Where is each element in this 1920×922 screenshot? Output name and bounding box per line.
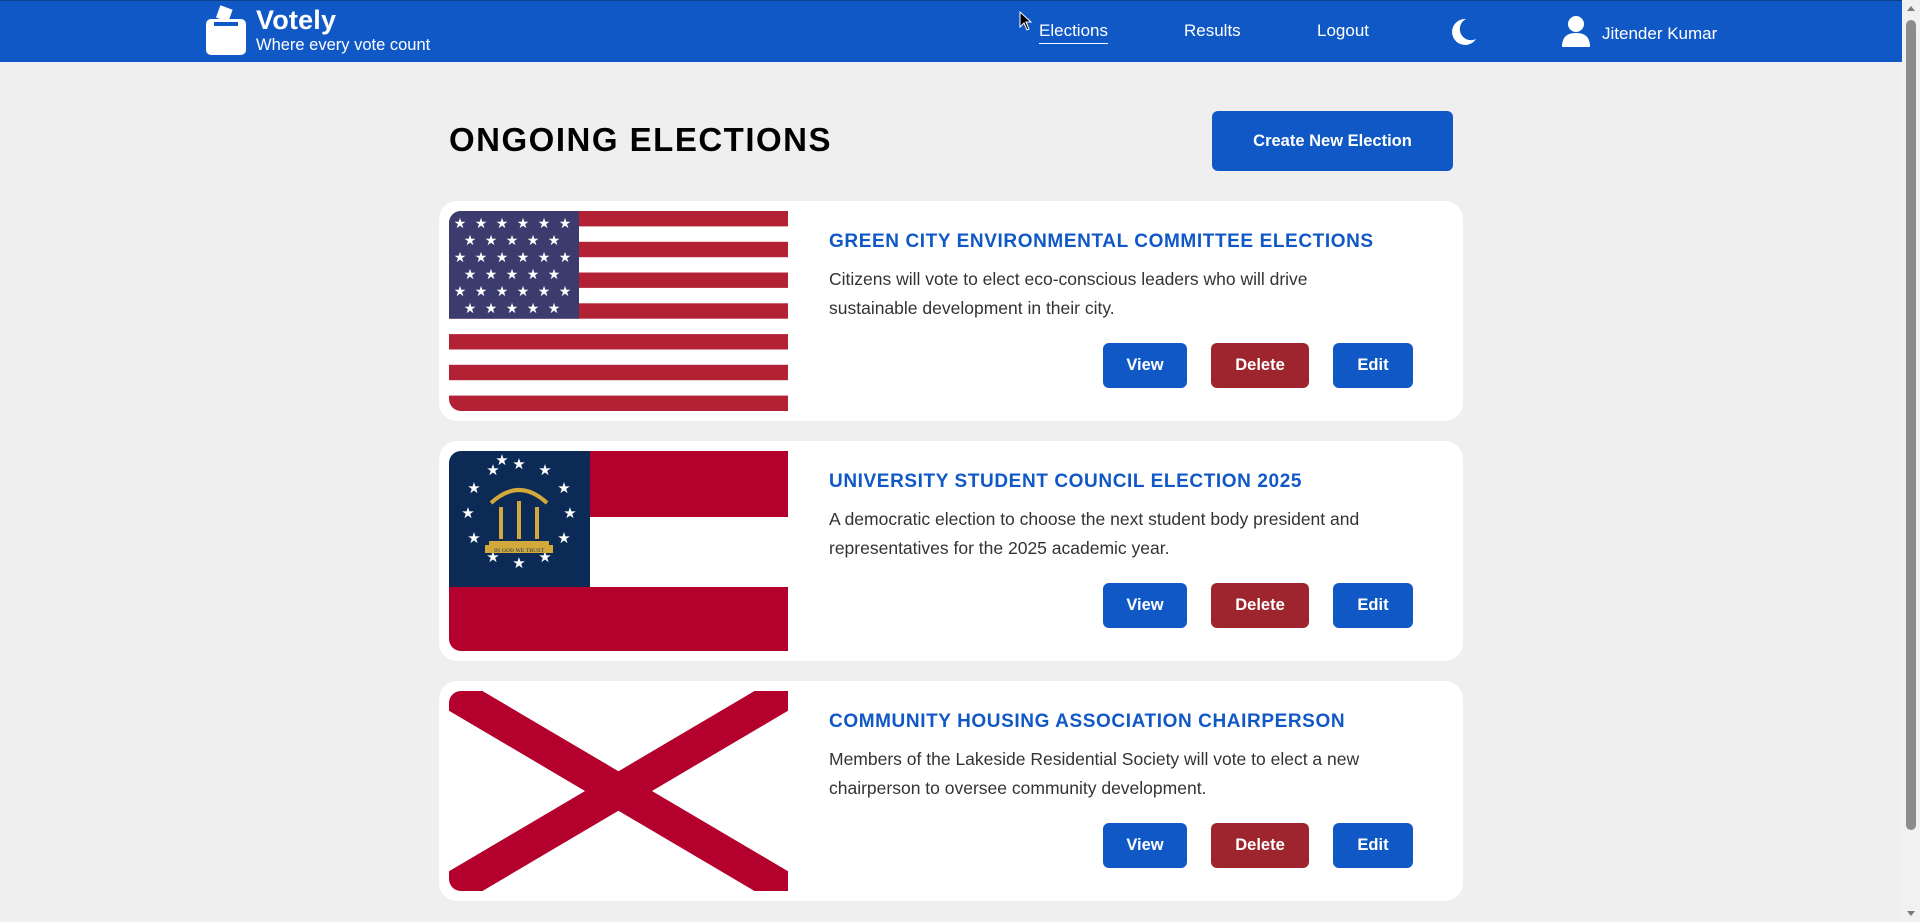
election-description: A democratic election to choose the next… [829, 509, 1360, 558]
brand-tagline: Where every vote count [256, 36, 431, 54]
brand[interactable]: Votely Where every vote count [206, 3, 430, 55]
election-card: COMMUNITY HOUSING ASSOCIATION CHAIRPERSO… [439, 681, 1463, 901]
scroll-up-arrow-icon[interactable] [1907, 6, 1915, 11]
svg-text:★: ★ [496, 284, 509, 300]
mouse-cursor-icon [1019, 10, 1033, 31]
svg-text:★: ★ [559, 216, 572, 232]
brand-name: Votely [256, 5, 337, 35]
view-button[interactable]: View [1103, 343, 1187, 388]
svg-text:★: ★ [563, 504, 576, 522]
election-description: Members of the Lakeside Residential Soci… [829, 749, 1360, 798]
svg-text:★: ★ [538, 216, 551, 232]
svg-text:★: ★ [517, 250, 530, 266]
svg-text:★: ★ [485, 267, 498, 283]
svg-text:★: ★ [475, 250, 488, 266]
moon-icon[interactable] [1449, 17, 1477, 47]
election-card: ★ ★ ★ ★ ★ ★ ★ ★ ★ ★ ★ ★ ★ IN GOD WE TRUS… [439, 441, 1463, 661]
view-button[interactable]: View [1103, 823, 1187, 868]
svg-text:★: ★ [475, 216, 488, 232]
svg-text:★: ★ [464, 301, 477, 317]
election-title[interactable]: GREEN CITY ENVIRONMENTAL COMMITTEE ELECT… [829, 231, 1374, 253]
edit-button[interactable]: Edit [1333, 583, 1413, 628]
svg-text:★: ★ [485, 233, 498, 249]
edit-button[interactable]: Edit [1333, 823, 1413, 868]
flag-motto: IN GOD WE TRUST [494, 548, 545, 554]
svg-text:★: ★ [495, 451, 508, 469]
svg-text:★: ★ [559, 250, 572, 266]
election-card: ★ ★ ★ ★ ★ ★ ★ ★ ★ ★ ★ ★ ★ ★ ★ ★ ★ ★ ★ ★ ★ ★ ★ ★ ★ ★ ★ ★ ★ ★ ★ ★ ★ G… [439, 201, 1463, 421]
svg-text:★: ★ [506, 267, 519, 283]
svg-text:★: ★ [496, 216, 509, 232]
svg-text:★: ★ [454, 216, 467, 232]
svg-text:★: ★ [557, 529, 570, 547]
svg-text:★: ★ [512, 455, 525, 473]
svg-text:★: ★ [527, 233, 540, 249]
svg-text:★: ★ [512, 554, 525, 572]
svg-text:★: ★ [506, 233, 519, 249]
nav-results[interactable]: Results [1184, 21, 1241, 41]
svg-text:★: ★ [467, 479, 480, 497]
georgia-flag: ★ ★ ★ ★ ★ ★ ★ ★ ★ ★ ★ ★ ★ IN GOD WE TRUS… [449, 451, 788, 651]
election-title[interactable]: COMMUNITY HOUSING ASSOCIATION CHAIRPERSO… [829, 711, 1345, 733]
svg-text:★: ★ [461, 504, 474, 522]
brand-text: Votely Where every vote count [256, 5, 430, 55]
delete-button[interactable]: Delete [1211, 823, 1309, 868]
svg-text:★: ★ [454, 250, 467, 266]
svg-text:★: ★ [485, 301, 498, 317]
delete-button[interactable]: Delete [1211, 583, 1309, 628]
scroll-down-arrow-icon[interactable] [1907, 911, 1915, 916]
svg-text:★: ★ [527, 301, 540, 317]
edit-button[interactable]: Edit [1333, 343, 1413, 388]
election-description: Citizens will vote to elect eco-consciou… [829, 269, 1308, 318]
svg-text:★: ★ [557, 479, 570, 497]
svg-text:★: ★ [559, 284, 572, 300]
svg-text:★: ★ [548, 267, 561, 283]
election-title[interactable]: UNIVERSITY STUDENT COUNCIL ELECTION 2025 [829, 471, 1302, 493]
create-election-button[interactable]: Create New Election [1212, 111, 1453, 171]
svg-text:★: ★ [464, 233, 477, 249]
vertical-scrollbar[interactable] [1902, 0, 1920, 922]
user-name: Jitender Kumar [1602, 23, 1718, 43]
view-button[interactable]: View [1103, 583, 1187, 628]
user-icon [1562, 15, 1590, 52]
delete-button[interactable]: Delete [1211, 343, 1309, 388]
ballot-box-icon [206, 3, 246, 55]
svg-text:★: ★ [496, 250, 509, 266]
usa-flag: ★ ★ ★ ★ ★ ★ ★ ★ ★ ★ ★ ★ ★ ★ ★ ★ ★ ★ ★ ★ ★ ★ ★ ★ ★ ★ ★ ★ ★ ★ ★ ★ ★ [449, 211, 788, 411]
svg-text:★: ★ [538, 250, 551, 266]
svg-text:★: ★ [506, 301, 519, 317]
svg-text:★: ★ [538, 461, 551, 479]
svg-text:★: ★ [538, 284, 551, 300]
scrollbar-thumb[interactable] [1906, 20, 1916, 830]
nav-elections[interactable]: Elections [1039, 21, 1108, 44]
page-title: ONGOING ELECTIONS [449, 121, 833, 158]
svg-text:★: ★ [517, 216, 530, 232]
nav-logout[interactable]: Logout [1317, 21, 1369, 41]
svg-text:★: ★ [475, 284, 488, 300]
svg-text:★: ★ [517, 284, 530, 300]
svg-text:★: ★ [548, 301, 561, 317]
svg-text:★: ★ [527, 267, 540, 283]
user-menu[interactable]: Jitender Kumar [1562, 15, 1717, 52]
svg-text:★: ★ [467, 529, 480, 547]
svg-text:★: ★ [548, 233, 561, 249]
svg-text:★: ★ [464, 267, 477, 283]
svg-text:★: ★ [454, 284, 467, 300]
alabama-flag [449, 691, 788, 891]
top-navbar: Votely Where every vote count Elections … [0, 0, 1902, 62]
